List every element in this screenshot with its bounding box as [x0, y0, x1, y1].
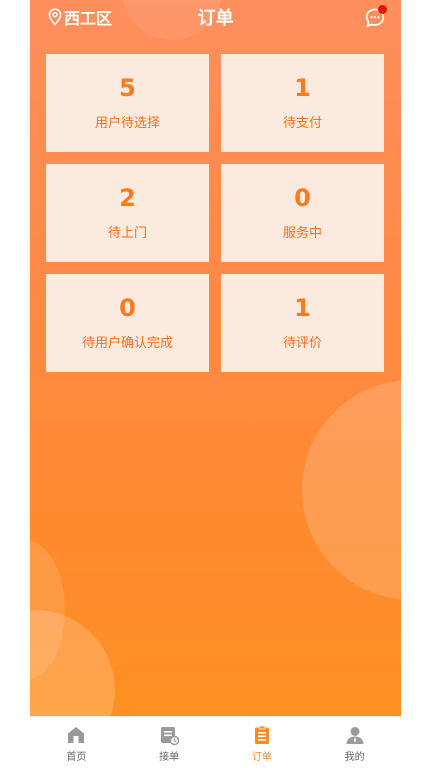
decor-circle	[30, 610, 115, 716]
tab-label: 订单	[251, 752, 272, 763]
stat-card-in-service[interactable]: 0 服务中	[221, 164, 384, 262]
stat-card-pending-visit[interactable]: 2 待上门	[46, 164, 209, 262]
app-screen: 西工区 订单 5 用户待选择 1 待支付 2 待上门 0 服务中 0 待用户确认…	[0, 0, 432, 768]
order-stats-grid: 5 用户待选择 1 待支付 2 待上门 0 服务中 0 待用户确认完成 1 待评…	[46, 54, 385, 372]
header-bar: 西工区 订单	[30, 0, 401, 32]
stat-card-pending-payment[interactable]: 1 待支付	[221, 54, 384, 152]
bottom-tab-bar: 首页 接单 订单 我的	[30, 716, 401, 768]
decor-circle	[302, 380, 401, 600]
receive-order-icon	[161, 727, 180, 746]
stat-count: 0	[119, 294, 136, 322]
order-page: 西工区 订单 5 用户待选择 1 待支付 2 待上门 0 服务中 0 待用户确认…	[30, 0, 401, 716]
stat-count: 0	[294, 184, 311, 212]
stat-label: 服务中	[282, 226, 322, 241]
tab-home[interactable]: 首页	[30, 717, 123, 768]
stat-label: 用户待选择	[94, 116, 160, 131]
tab-receive-order[interactable]: 接单	[123, 717, 216, 768]
home-icon	[68, 727, 85, 743]
tab-label: 我的	[344, 752, 365, 763]
tab-label: 首页	[66, 752, 87, 763]
order-clipboard-icon	[254, 725, 269, 744]
tab-orders[interactable]: 订单	[216, 717, 309, 768]
profile-icon	[346, 727, 364, 744]
tab-profile[interactable]: 我的	[308, 717, 401, 768]
stat-card-pending-review[interactable]: 1 待评价	[221, 274, 384, 372]
stat-label: 待评价	[282, 336, 322, 351]
stat-count: 1	[294, 294, 311, 322]
tab-label: 接单	[159, 752, 180, 763]
stat-count: 5	[119, 74, 136, 102]
stat-label: 待上门	[107, 226, 147, 241]
stat-label: 待支付	[282, 116, 322, 131]
message-button[interactable]	[364, 5, 390, 29]
stat-count: 1	[294, 74, 311, 102]
stat-label: 待用户确认完成	[81, 336, 173, 351]
stat-card-pending-confirmation[interactable]: 0 待用户确认完成	[46, 274, 209, 372]
unread-badge	[378, 5, 387, 14]
stat-count: 2	[119, 184, 136, 212]
stat-card-pending-selection[interactable]: 5 用户待选择	[46, 54, 209, 152]
page-title: 订单	[197, 8, 234, 29]
